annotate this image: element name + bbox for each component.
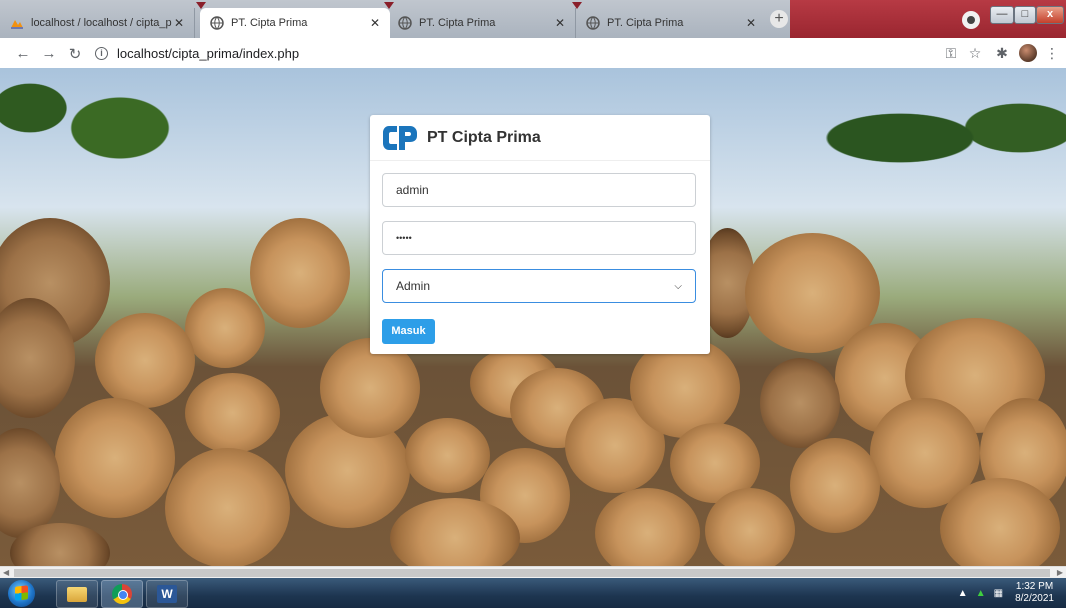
password-value: •••••: [396, 233, 412, 243]
address-bar[interactable]: i localhost/cipta_prima/index.php: [95, 43, 915, 63]
tab-loading-indicator: [196, 2, 206, 9]
word-icon: W: [157, 585, 177, 603]
file-explorer-icon: [67, 586, 87, 602]
windows-taskbar: W ▲ ▲ ▦ 1:32 PM 8/2/2021: [0, 578, 1066, 608]
bookmark-star-icon[interactable]: ☆: [967, 45, 983, 62]
login-card-header: PT Cipta Prima: [370, 115, 710, 161]
phpmyadmin-icon: [11, 20, 23, 29]
tab-cipta-prima-3[interactable]: PT. Cipta Prima ✕: [572, 2, 766, 38]
login-submit-button[interactable]: Masuk: [382, 319, 435, 344]
tab-close-icon[interactable]: ✕: [744, 16, 758, 30]
tab-title: PT. Cipta Prima: [607, 17, 684, 29]
username-value: admin: [396, 183, 429, 197]
tab-close-icon[interactable]: ✕: [553, 16, 567, 30]
browser-toolbar: ← → ↻ i localhost/cipta_prima/index.php …: [0, 38, 1066, 69]
page-viewport: PT Cipta Prima admin ••••• Admin ⌵ Masuk: [0, 68, 1066, 566]
scrollbar-thumb[interactable]: [14, 569, 1050, 577]
globe-icon: [210, 16, 224, 30]
site-info-icon[interactable]: i: [95, 46, 108, 60]
taskbar-word[interactable]: W: [146, 580, 188, 608]
close-window-button[interactable]: x: [1036, 6, 1064, 24]
minimize-button[interactable]: —: [990, 6, 1014, 24]
start-button[interactable]: [8, 580, 35, 607]
tab-loading-indicator: [384, 2, 394, 9]
password-field[interactable]: •••••: [382, 221, 696, 255]
maximize-button[interactable]: □: [1014, 6, 1036, 24]
scroll-left-icon[interactable]: ◀: [3, 568, 9, 577]
tab-close-icon[interactable]: ✕: [172, 16, 186, 30]
browser-tab-strip: localhost / localhost / cipta_prim ✕ PT.…: [0, 0, 1066, 38]
role-select[interactable]: Admin ⌵: [382, 269, 696, 303]
tab-phpmyadmin[interactable]: localhost / localhost / cipta_prim ✕: [0, 8, 195, 38]
key-icon[interactable]: ⚿: [943, 45, 959, 62]
clock-date: 8/2/2021: [1015, 593, 1054, 604]
tab-title: PT. Cipta Prima: [419, 17, 496, 29]
menu-kebab-icon[interactable]: ⋮: [1044, 45, 1060, 62]
role-selected-value: Admin: [396, 279, 431, 293]
tab-loading-indicator: [572, 2, 582, 9]
system-clock[interactable]: 1:32 PM 8/2/2021: [1015, 581, 1054, 605]
scroll-right-icon[interactable]: ▶: [1057, 568, 1063, 577]
tab-cipta-prima-active[interactable]: PT. Cipta Prima ✕: [196, 2, 390, 38]
chrome-icon: [112, 584, 132, 604]
tab-cipta-prima-2[interactable]: PT. Cipta Prima ✕: [384, 2, 576, 38]
clock-time: 1:32 PM: [1015, 581, 1054, 592]
windows-logo-icon: [15, 585, 28, 601]
tab-title: PT. Cipta Prima: [231, 17, 308, 29]
reload-icon[interactable]: ↻: [66, 45, 84, 63]
user-avatar[interactable]: [1019, 44, 1037, 62]
brand-name: PT Cipta Prima: [427, 128, 541, 146]
chevron-down-icon: ⌵: [674, 280, 682, 292]
new-tab-button[interactable]: +: [770, 10, 788, 28]
tray-expand-icon[interactable]: ▲: [958, 588, 968, 599]
login-card: PT Cipta Prima admin ••••• Admin ⌵ Masuk: [370, 115, 710, 354]
back-arrow-icon[interactable]: ←: [14, 45, 32, 62]
forward-arrow-icon[interactable]: →: [40, 45, 58, 62]
tab-title: localhost / localhost / cipta_prim: [31, 17, 172, 29]
url-text: localhost/cipta_prima/index.php: [117, 45, 300, 61]
globe-icon: [586, 16, 600, 30]
taskbar-explorer[interactable]: [56, 580, 98, 608]
globe-icon: [398, 16, 412, 30]
username-field[interactable]: admin: [382, 173, 696, 207]
company-logo-icon: [383, 125, 417, 150]
network-icon[interactable]: ▦: [994, 588, 1003, 599]
tray-app-icon[interactable]: ▲: [976, 588, 986, 599]
system-tray: ▲ ▲ ▦ 1:32 PM 8/2/2021: [958, 578, 1054, 608]
extensions-puzzle-icon[interactable]: ✱: [994, 45, 1010, 62]
tab-close-icon[interactable]: ✕: [368, 16, 382, 30]
browser-profile-icon[interactable]: [962, 11, 980, 29]
taskbar-chrome[interactable]: [101, 580, 143, 608]
